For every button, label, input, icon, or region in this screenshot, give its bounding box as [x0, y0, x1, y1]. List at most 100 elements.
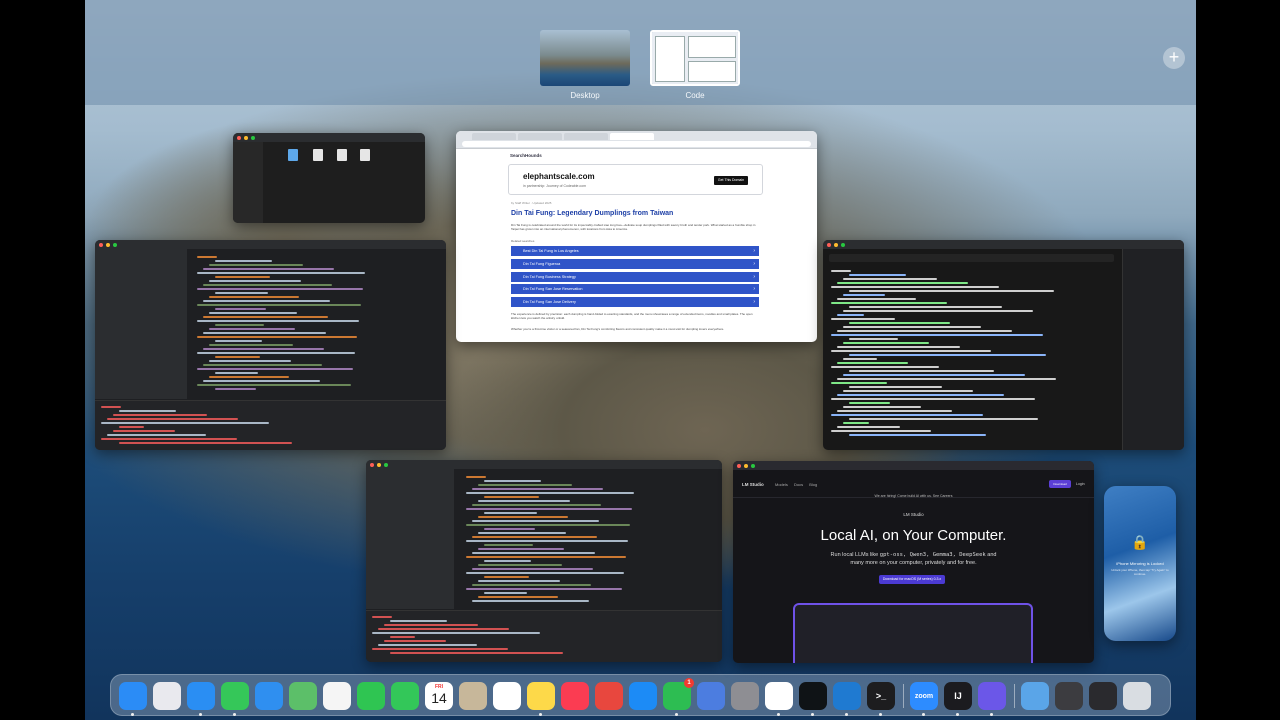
rocket-icon[interactable] [595, 682, 623, 710]
stack-icon[interactable] [1055, 682, 1083, 710]
code-line [215, 372, 258, 374]
messages-icon[interactable] [221, 682, 249, 710]
code-line [101, 406, 121, 408]
related-link[interactable]: Best Din Tai Fung in Los Angeles › [511, 246, 759, 256]
code-line [378, 644, 477, 646]
space-desktop-label[interactable]: Desktop [540, 91, 630, 100]
add-space-button[interactable]: + [1163, 47, 1185, 69]
lmstudio-icon[interactable] [978, 682, 1006, 710]
maps-icon[interactable] [289, 682, 317, 710]
code-line [215, 292, 268, 294]
hero-title: Local AI, on Your Computer. [820, 527, 1007, 544]
code-line [209, 296, 299, 298]
vscode-icon[interactable] [833, 682, 861, 710]
related-link[interactable]: Din Tai Fung San Jose Delivery › [511, 297, 759, 307]
iphone-mirroring-icon[interactable] [697, 682, 725, 710]
lmstudio-logo[interactable]: LM Studio [742, 482, 764, 487]
address-bar[interactable] [462, 141, 811, 147]
code-line [113, 414, 207, 416]
ad-domain[interactable]: elephantscale.com [523, 172, 595, 181]
reminders-icon[interactable] [493, 682, 521, 710]
login-link[interactable]: Login [1076, 482, 1085, 486]
code-line [466, 540, 628, 542]
code-line [831, 270, 851, 272]
folder-icon[interactable] [1021, 682, 1049, 710]
article-body: Whether you're a first-time visitor or a… [511, 327, 725, 331]
download-button[interactable]: Download [1049, 480, 1071, 488]
iphone-mirroring-window[interactable]: 🔒 iPhone Mirroring is Locked Unlock your… [1104, 486, 1176, 641]
terminal-icon[interactable]: >_ [867, 682, 895, 710]
download-macos-button[interactable]: Download for macOS (M series) 0.3.x [879, 575, 945, 584]
browser-window[interactable]: SearchHounds elephantscale.com in partne… [456, 131, 817, 342]
hiring-banner[interactable]: We are hiring! Come build AI with us. Se… [733, 494, 1094, 498]
code-line [203, 332, 326, 334]
phone-icon[interactable] [391, 682, 419, 710]
code-line [849, 338, 898, 340]
spaces-bar: Desktop Code + [85, 0, 1196, 105]
finder-icon[interactable] [119, 682, 147, 710]
code-line [466, 588, 622, 590]
screenshot-icon[interactable] [1089, 682, 1117, 710]
letterbox-left [0, 0, 85, 720]
settings-icon[interactable] [731, 682, 759, 710]
terminal-window[interactable] [823, 240, 1184, 450]
chrome-icon[interactable] [765, 682, 793, 710]
related-link[interactable]: Din Tai Fung San Jose Reservation › [511, 284, 759, 294]
photos-icon[interactable] [323, 682, 351, 710]
article-body: The experience is defined by precision: … [511, 312, 753, 320]
intellij-window[interactable] [366, 460, 722, 662]
code-line [203, 300, 330, 302]
code-line [849, 354, 1046, 356]
trash-icon[interactable] [1123, 682, 1151, 710]
code-line [215, 340, 262, 342]
code-line [849, 402, 890, 404]
facetime-icon[interactable] [357, 682, 385, 710]
space-code-thumbnail[interactable] [650, 30, 740, 86]
code-line [837, 394, 1004, 396]
code-line [472, 520, 599, 522]
space-desktop-thumbnail[interactable] [540, 30, 630, 86]
launchpad-icon[interactable] [153, 682, 181, 710]
music-icon[interactable] [561, 682, 589, 710]
intellij-window[interactable] [95, 240, 446, 450]
code-line [484, 560, 531, 562]
code-line [197, 288, 363, 290]
code-line [478, 532, 566, 534]
screen: Desktop Code + SearchHounds elephantscal… [0, 0, 1280, 720]
folder-icon [288, 149, 298, 161]
contacts-icon[interactable] [459, 682, 487, 710]
zoom-icon[interactable]: zoom [910, 682, 938, 710]
intellij-icon[interactable]: IJ [944, 682, 972, 710]
code-line [478, 548, 564, 550]
related-link[interactable]: Din Tai Fung Figueroa › [511, 259, 759, 269]
safari-icon[interactable] [187, 682, 215, 710]
code-line [472, 552, 595, 554]
warp-icon[interactable] [799, 682, 827, 710]
lmstudio-nav[interactable]: Models Docs Blog [775, 482, 817, 487]
code-line [478, 484, 572, 486]
chevron-right-icon: › [753, 286, 755, 292]
chevron-right-icon: › [753, 299, 755, 305]
code-line [837, 298, 916, 300]
model-tags: gpt-oss, Qwen3, Gemma3, DeepSeek [879, 552, 986, 558]
code-line [101, 438, 237, 440]
app-screenshot [793, 603, 1033, 663]
code-line [831, 430, 931, 432]
code-line [203, 348, 324, 350]
finder-window[interactable] [233, 133, 425, 223]
code-line [107, 434, 206, 436]
code-line [831, 398, 1035, 400]
lmstudio-browser-window[interactable]: LM Studio Models Docs Blog Download Logi… [733, 461, 1094, 663]
get-domain-button[interactable]: Get This Domain [714, 176, 748, 185]
notes-icon[interactable] [527, 682, 555, 710]
code-line [843, 342, 929, 344]
mail-icon[interactable] [255, 682, 283, 710]
space-code-label[interactable]: Code [650, 91, 740, 100]
related-link[interactable]: Din Tai Fung Business Strategy › [511, 272, 759, 282]
code-line [197, 256, 217, 258]
code-line [390, 636, 415, 638]
code-line [837, 362, 908, 364]
appstore-icon[interactable] [629, 682, 657, 710]
calendar-icon[interactable]: FRI 14 [425, 682, 453, 710]
whatsapp-icon[interactable]: 1 [663, 678, 694, 710]
